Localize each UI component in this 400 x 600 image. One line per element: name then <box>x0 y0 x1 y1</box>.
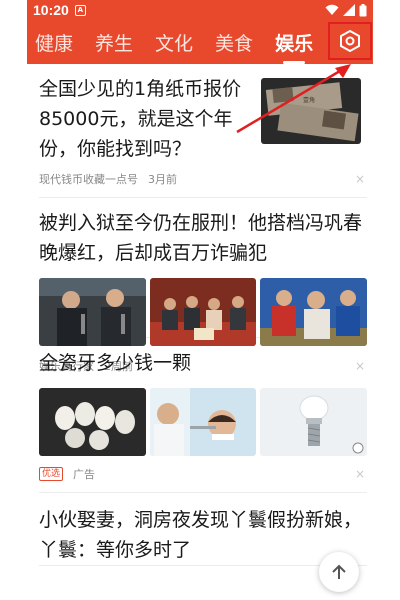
status-icons <box>325 3 367 17</box>
article-title[interactable]: 被判入狱至今仍在服刑！他搭档冯巩春晚爆红，后却成百万诈骗犯 <box>39 208 367 268</box>
wifi-icon <box>325 4 339 15</box>
close-icon[interactable]: × <box>355 172 365 186</box>
tab-food[interactable]: 美食 <box>215 29 253 56</box>
thumbnail-ceramic-teeth <box>39 388 146 456</box>
thumbnail-comedy-stage-performers <box>260 278 368 346</box>
app-window: 10:20 A 健康 养生 文化 美食 娱乐 全国少见的1角纸币报价85000元… <box>27 0 373 600</box>
tab-health[interactable]: 健康 <box>35 29 73 56</box>
list-item[interactable]: 被判入狱至今仍在服刑！他搭档冯巩春晚爆红，后却成百万诈骗犯 娱乐真行家 2周前 … <box>39 198 368 373</box>
article-source: 现代钱币收藏一点号 <box>39 173 138 186</box>
thumbnail-dental-implant <box>260 388 368 456</box>
article-meta: 现代钱币收藏一点号 3月前 × <box>39 169 367 189</box>
category-tabs: 健康 养生 文化 美食 娱乐 <box>27 20 373 64</box>
article-thumbnails[interactable] <box>39 278 368 346</box>
channel-settings-button[interactable] <box>328 22 372 60</box>
arrow-up-icon <box>332 564 346 579</box>
ad-meta: 优选 广告 × <box>39 464 367 484</box>
article-title[interactable]: 小伙娶妻，洞房夜发现丫鬟假扮新娘，丫鬟：等你多时了 <box>39 505 367 565</box>
ad-title[interactable]: 全瓷牙多少钱一颗 <box>39 348 367 378</box>
signal-icon <box>343 4 355 16</box>
list-item-ad[interactable]: 全瓷牙多少钱一颗 优选 广告 × <box>39 338 368 493</box>
status-bar: 10:20 A <box>27 0 373 20</box>
tab-culture[interactable]: 文化 <box>155 29 193 56</box>
hexagon-settings-icon <box>340 29 360 53</box>
list-item[interactable]: 小伙娶妻，洞房夜发现丫鬟假扮新娘，丫鬟：等你多时了 <box>39 493 367 566</box>
notification-icon: A <box>74 4 86 16</box>
tab-entertainment[interactable]: 娱乐 <box>275 29 313 64</box>
battery-icon <box>359 3 367 16</box>
right-border <box>373 0 400 600</box>
scroll-top-button[interactable] <box>319 552 359 592</box>
thumbnail-dentist-patient <box>149 388 257 456</box>
thumbnail-two-men-at-microphones <box>39 278 146 346</box>
left-border <box>0 0 27 600</box>
article-title[interactable]: 全国少见的1角纸币报价85000元，就是这个年份，你能找到吗？ <box>39 74 249 164</box>
ad-thumbnails[interactable] <box>39 388 368 456</box>
article-thumbnail-banknotes[interactable]: 壹角 <box>261 78 361 144</box>
list-item[interactable]: 全国少见的1角纸币报价85000元，就是这个年份，你能找到吗？ 壹角 现代钱币收… <box>39 64 367 198</box>
tab-wellness[interactable]: 养生 <box>95 29 133 56</box>
news-feed: 全国少见的1角纸币报价85000元，就是这个年份，你能找到吗？ 壹角 现代钱币收… <box>27 64 373 566</box>
header-bar: 10:20 A 健康 养生 文化 美食 娱乐 <box>27 0 373 64</box>
svg-text:壹角: 壹角 <box>303 96 315 104</box>
status-time: 10:20 <box>33 2 69 18</box>
article-time: 3月前 <box>148 173 177 186</box>
ad-badge: 优选 <box>39 467 64 481</box>
ad-label: 广告 <box>73 468 96 481</box>
close-icon[interactable]: × <box>355 467 365 481</box>
thumbnail-group-stage-photo <box>149 278 257 346</box>
